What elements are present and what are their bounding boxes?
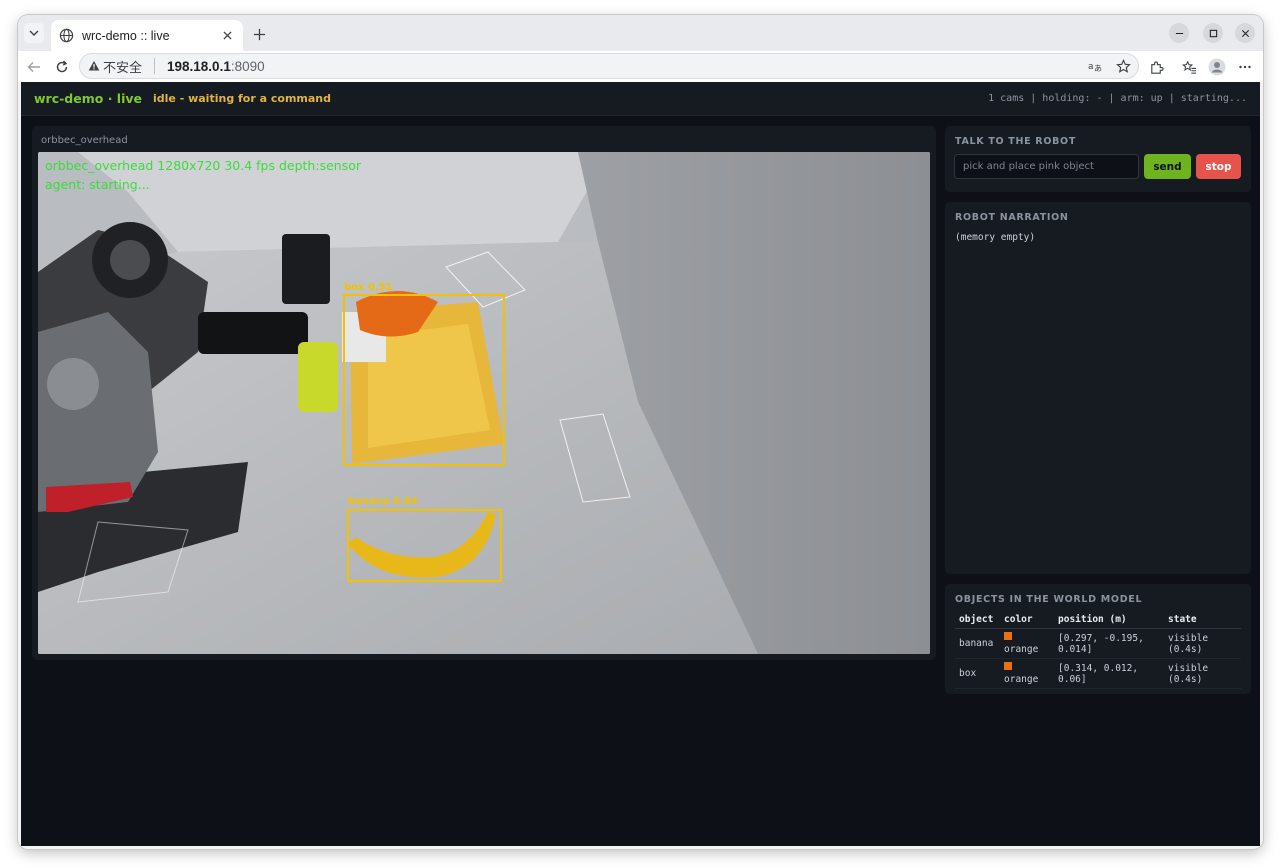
warning-icon (88, 61, 100, 71)
object-position: [0.297, -0.195, 0.014] (1054, 628, 1164, 659)
header-object: object (955, 614, 1000, 629)
object-color-label: orange (1004, 674, 1039, 685)
talk-panel: TALK TO THE ROBOT send stop (945, 126, 1251, 192)
header-position: position (m) (1054, 614, 1164, 629)
send-button[interactable]: send (1144, 154, 1191, 179)
url-host: 198.18.0.1 (167, 58, 231, 74)
detection-label-box: box 0.51 (344, 282, 393, 293)
reload-button[interactable] (52, 57, 72, 77)
stop-button[interactable]: stop (1196, 154, 1241, 179)
minimize-icon (1175, 32, 1183, 34)
app-header: wrc-demo · live idle - waiting for a com… (21, 82, 1260, 116)
object-color-label: orange (1004, 644, 1039, 655)
objects-panel: OBJECTS IN THE WORLD MODEL object color … (945, 584, 1251, 694)
browser-tab[interactable]: wrc-demo :: live (51, 20, 243, 51)
close-window-button[interactable] (1235, 23, 1255, 43)
object-state: visible (0.4s) (1164, 628, 1241, 659)
camera-name: orbbec_overhead (41, 135, 128, 146)
reload-icon (56, 60, 68, 73)
close-icon (1241, 29, 1249, 37)
bookmark-star-icon[interactable] (1114, 57, 1132, 75)
favorites-icon[interactable] (1179, 57, 1199, 77)
object-state: visible (0.4s) (1164, 658, 1241, 689)
close-tab-icon[interactable] (219, 28, 235, 44)
objects-table-header: object color position (m) state (955, 614, 1241, 629)
extensions-icon[interactable] (1146, 57, 1166, 77)
narration-text: (memory empty) (955, 232, 1036, 243)
object-name: banana (955, 628, 1000, 659)
tab-strip: wrc-demo :: live (18, 15, 1263, 51)
new-tab-button[interactable] (249, 24, 269, 44)
more-menu-icon[interactable] (1235, 57, 1255, 77)
header-color: color (1000, 614, 1054, 629)
color-swatch (1004, 632, 1012, 640)
detection-box-banana (347, 509, 502, 582)
object-position: [0.314, 0.012, 0.06] (1054, 658, 1164, 689)
detection-box-box (343, 294, 505, 466)
narration-panel-title: ROBOT NARRATION (955, 212, 1069, 223)
camera-overlay-agent: agent: starting... (45, 177, 150, 192)
camera-overlay-info: orbbec_overhead 1280x720 30.4 fps depth:… (45, 158, 361, 173)
camera-panel: orbbec_overhead orbbec_overhead 1280x720… (32, 126, 936, 660)
chevron-down-icon (29, 30, 39, 36)
url-port: :8090 (230, 58, 265, 74)
tab-search-button[interactable] (24, 23, 44, 43)
objects-table: object color position (m) state banana o… (955, 614, 1241, 689)
insecure-label: 不安全 (103, 59, 143, 75)
object-color: orange (1000, 658, 1054, 689)
maximize-button[interactable] (1203, 23, 1223, 43)
object-color: orange (1000, 628, 1054, 659)
profile-avatar-icon[interactable] (1207, 57, 1227, 77)
address-bar[interactable]: 不安全 198.18.0.1:8090 aあ (79, 53, 1139, 79)
minimize-button[interactable] (1169, 23, 1189, 43)
site-info-button[interactable]: 不安全 (88, 57, 142, 76)
talk-panel-title: TALK TO THE ROBOT (955, 136, 1076, 147)
svg-text:a: a (1088, 62, 1094, 72)
translate-icon[interactable]: aあ (1086, 57, 1104, 75)
camera-feed: orbbec_overhead 1280x720 30.4 fps depth:… (38, 152, 930, 654)
table-row: banana orange [0.297, -0.195, 0.014] vis… (955, 628, 1241, 659)
command-input[interactable] (954, 154, 1139, 179)
app-page: wrc-demo · live idle - waiting for a com… (21, 82, 1260, 846)
address-bar-actions: aあ (1086, 57, 1132, 75)
arrow-left-icon (27, 62, 40, 72)
narration-panel: ROBOT NARRATION (memory empty) (945, 202, 1251, 574)
browser-toolbar: 不安全 198.18.0.1:8090 aあ (18, 51, 1263, 83)
object-name: box (955, 658, 1000, 689)
url-text: 198.18.0.1:8090 (167, 59, 265, 74)
header-state: state (1164, 614, 1241, 629)
table-row: box orange [0.314, 0.012, 0.06] visible … (955, 658, 1241, 689)
svg-text:あ: あ (1094, 64, 1102, 73)
color-swatch (1004, 662, 1012, 670)
detection-label-banana: banana 0.84 (348, 496, 418, 507)
plus-icon (253, 28, 265, 40)
app-brand: wrc-demo · live (34, 91, 142, 106)
address-separator (154, 58, 156, 74)
back-button[interactable] (24, 57, 44, 77)
tab-title: wrc-demo :: live (82, 28, 170, 43)
robot-status: idle - waiting for a command (153, 92, 331, 105)
globe-icon (59, 28, 75, 44)
status-meta: 1 cams | holding: - | arm: up | starting… (988, 93, 1247, 104)
maximize-icon (1209, 29, 1217, 37)
objects-panel-title: OBJECTS IN THE WORLD MODEL (955, 594, 1143, 605)
browser-window: wrc-demo :: live 不安全 198.18.0.1:8090 a あ… (18, 15, 1263, 849)
